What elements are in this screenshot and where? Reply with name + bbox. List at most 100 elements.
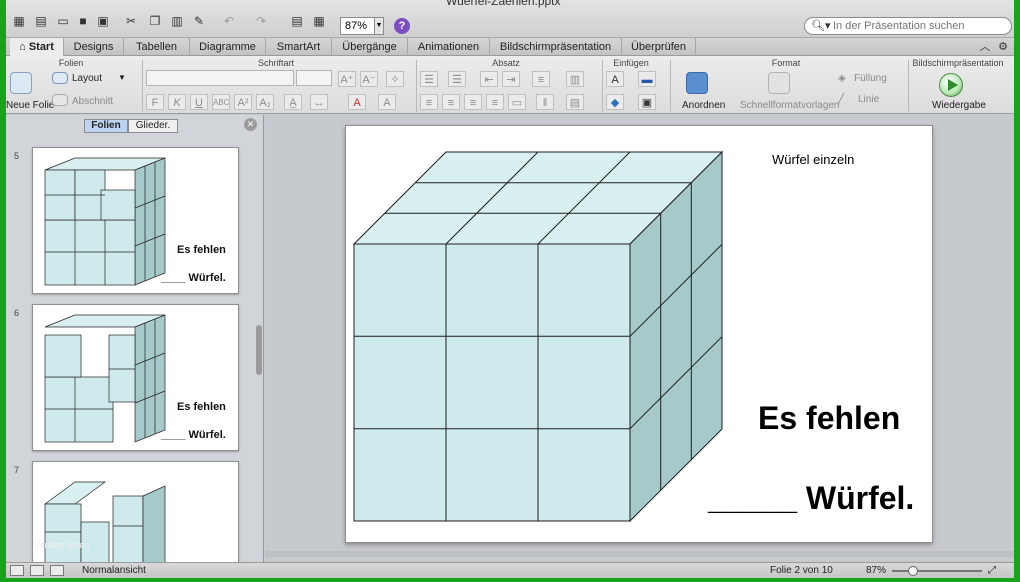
bullets-icon[interactable]: ☰ [420, 71, 438, 87]
group-label-font: Schriftart [257, 58, 294, 68]
search-box[interactable]: 🔍︎▾ [804, 17, 1012, 35]
strikethrough-icon[interactable]: ABC [212, 94, 230, 110]
line-icon: ╱ [838, 94, 845, 105]
view-label: Normalansicht [82, 565, 146, 576]
picture-frame-icon[interactable]: ▣ [638, 94, 656, 110]
horizontal-scrollbar[interactable] [265, 551, 1014, 557]
subscript-icon[interactable]: A₂ [256, 94, 274, 110]
chevron-down-icon[interactable]: ▼ [374, 17, 384, 35]
current-slide[interactable]: Würfel einzeln Es fehlen _____ Würfel. [345, 125, 933, 543]
picture-icon[interactable]: ▬ [638, 71, 656, 87]
tab-charts[interactable]: Diagramme [190, 38, 266, 56]
tab-review[interactable]: Überprüfen [622, 38, 696, 56]
numbering-icon[interactable]: ☰ [448, 71, 466, 87]
arrange-button[interactable]: Anordnen [682, 100, 725, 111]
justify-icon[interactable]: ≡ [486, 94, 504, 110]
gear-icon[interactable]: ⚙ [994, 38, 1012, 56]
new-slide-button[interactable]: Neue Folie [6, 100, 54, 111]
zoom-slider-handle[interactable] [908, 566, 918, 576]
slide-sorter-view-icon[interactable] [30, 565, 44, 576]
section-icon [52, 94, 68, 106]
tab-slides[interactable]: Folien [84, 119, 128, 133]
distributed-icon[interactable]: ▭ [508, 94, 526, 110]
collapse-ribbon-icon[interactable]: ︿ [976, 38, 994, 56]
columns-icon[interactable]: ▥ [566, 71, 584, 87]
slide-thumbnail[interactable]: Es fehlen ____ Würfel. [32, 147, 239, 294]
format-painter-icon[interactable]: ✎ [190, 12, 208, 30]
italic-icon[interactable]: K [168, 94, 186, 110]
font-name-field[interactable] [146, 70, 294, 86]
play-icon[interactable] [939, 73, 963, 97]
indent-decrease-icon[interactable]: ⇤ [480, 71, 498, 87]
normal-view-icon[interactable] [10, 565, 24, 576]
undo-icon[interactable]: ↶ [220, 12, 238, 30]
tab-animations[interactable]: Animationen [408, 38, 490, 56]
notes-view-icon[interactable] [50, 565, 64, 576]
line-spacing-icon[interactable]: ≡ [532, 71, 550, 87]
align-text-icon[interactable]: ▤ [566, 94, 584, 110]
ribbon-tabs: ⌂ Start Designs Tabellen Diagramme Smart… [6, 38, 1014, 56]
template-gallery-icon[interactable]: ▤ [32, 12, 50, 30]
chevron-down-icon[interactable]: ▼ [118, 73, 126, 82]
tab-transitions[interactable]: Übergänge [332, 38, 408, 56]
quick-styles-icon [768, 72, 790, 94]
quick-styles-button[interactable]: Schnellformatvorlagen [740, 100, 840, 111]
corner-label: Würfel einzeln [772, 152, 855, 167]
slide-thumbnail[interactable]: Es fehlen ____ Würfel. [32, 304, 239, 451]
align-right-icon[interactable]: ≡ [464, 94, 482, 110]
underline-icon[interactable]: U [190, 94, 208, 110]
copy-icon[interactable]: ❐ [146, 12, 164, 30]
media-browser-icon[interactable]: ▦ [310, 12, 328, 30]
print-icon[interactable]: ▣ [94, 12, 112, 30]
redo-icon[interactable]: ↷ [252, 12, 270, 30]
slide-counter: Folie 2 von 10 [770, 565, 833, 576]
tab-smartart[interactable]: SmartArt [266, 38, 332, 56]
change-case-icon[interactable]: A̲ [284, 94, 302, 110]
shrink-font-icon[interactable]: A⁻ [360, 71, 378, 87]
text-direction-icon[interactable]: ‖ [536, 94, 554, 110]
save-icon[interactable]: ■ [74, 12, 92, 30]
indent-increase-icon[interactable]: ⇥ [502, 71, 520, 87]
text-effects-icon[interactable]: A [378, 94, 396, 110]
help-icon[interactable]: ? [394, 18, 410, 34]
new-document-icon[interactable]: ▦ [10, 12, 28, 30]
tab-start[interactable]: ⌂ Start [10, 38, 64, 56]
layout-button[interactable]: Layout [72, 73, 102, 84]
font-color-icon[interactable]: A [348, 94, 366, 110]
fit-window-icon[interactable]: ⤢ [988, 565, 996, 576]
superscript-icon[interactable]: A² [234, 94, 252, 110]
section-button[interactable]: Abschnitt [72, 96, 113, 107]
tab-slideshow[interactable]: Bildschirmpräsentation [490, 38, 622, 56]
thumbnail-number: 7 [14, 465, 20, 475]
tab-designs[interactable]: Designs [64, 38, 124, 56]
slide-thumbnail-pane: Folien Glieder. ✕ 5 Es fehlen ____ Würfe… [6, 115, 264, 563]
cut-icon[interactable]: ✂ [122, 12, 140, 30]
text-box-icon[interactable]: A [606, 71, 624, 87]
play-button[interactable]: Wiedergabe [932, 100, 986, 111]
font-size-field[interactable] [296, 70, 332, 86]
char-spacing-icon[interactable]: ↔ [310, 94, 328, 110]
tab-outline[interactable]: Glieder. [128, 119, 178, 133]
grow-font-icon[interactable]: A⁺ [338, 71, 356, 87]
group-label-insert: Einfügen [613, 58, 649, 68]
slide-sorter-icon[interactable]: ▤ [288, 12, 306, 30]
align-center-icon[interactable]: ≡ [442, 94, 460, 110]
tab-tables[interactable]: Tabellen [124, 38, 190, 56]
open-folder-icon[interactable]: ▭ [54, 12, 72, 30]
thumbnail-text: ____ Würfel. [161, 272, 226, 284]
align-left-icon[interactable]: ≡ [420, 94, 438, 110]
line-button[interactable]: Linie [858, 94, 879, 105]
group-label-slides: Folien [58, 58, 84, 68]
fill-icon: ◈ [838, 73, 846, 84]
paste-icon[interactable]: ▥ [168, 12, 186, 30]
clear-format-icon[interactable]: ✧ [386, 71, 404, 87]
bold-icon[interactable]: F [146, 94, 164, 110]
fill-button[interactable]: Füllung [854, 73, 887, 84]
close-icon[interactable]: ✕ [244, 118, 257, 131]
shapes-icon[interactable]: ◆ [606, 94, 624, 110]
zoom-slider[interactable] [892, 570, 982, 572]
search-input[interactable] [833, 19, 1008, 33]
new-slide-icon[interactable] [10, 72, 32, 94]
app-window: Wuerfel-Zaehlen.pptx ▦ ▤ ▭ ■ ▣ ✂ ❐ ▥ ✎ ↶… [6, 0, 1014, 578]
pane-splitter-handle[interactable] [256, 325, 262, 375]
